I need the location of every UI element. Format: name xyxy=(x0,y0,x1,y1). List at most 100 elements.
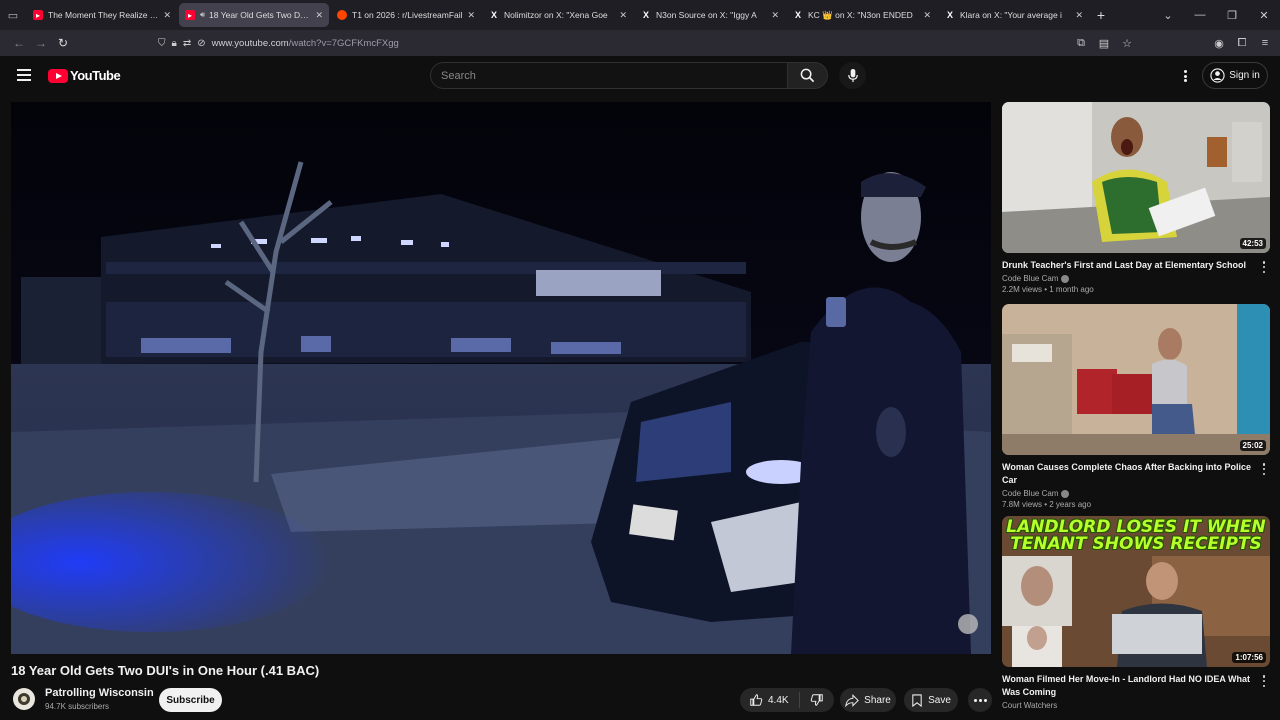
more-actions-icon[interactable] xyxy=(968,688,992,712)
permissions-icon[interactable]: ⇄ xyxy=(183,38,191,49)
share-button[interactable]: Share xyxy=(840,688,896,712)
recommended-channel[interactable]: Code Blue Cam xyxy=(1002,489,1270,498)
forward-icon[interactable]: → xyxy=(30,36,52,50)
share-arrow-icon xyxy=(845,693,859,707)
minimize-icon[interactable]: — xyxy=(1184,9,1216,21)
youtube-favicon-icon: ▸ xyxy=(33,10,43,20)
subscriber-count: 94.7K subscribers xyxy=(45,702,110,711)
channel-name[interactable]: Patrolling Wisconsin xyxy=(45,687,154,699)
user-circle-icon xyxy=(1210,68,1225,83)
reader-view-icon[interactable]: ▤ xyxy=(1097,37,1111,50)
browser-tab[interactable]: X KC 👑 on X: "N3on ENDED ✕ xyxy=(787,3,937,27)
thumbnail-image xyxy=(1002,304,1270,455)
channel-name: Code Blue Cam xyxy=(1002,489,1059,498)
tab-title: T1 on 2026 : r/LivestreamFail xyxy=(352,10,463,20)
recommended-channel[interactable]: Court Watchers xyxy=(1002,701,1270,710)
video-title: 18 Year Old Gets Two DUI's in One Hour (… xyxy=(11,663,320,678)
tab-title: 18 Year Old Gets Two DUI's xyxy=(209,10,312,20)
recommended-title[interactable]: Woman Filmed Her Move-In - Landlord Had … xyxy=(1002,673,1252,699)
autoplay-blocked-icon[interactable]: ⊘ xyxy=(197,38,205,49)
channel-name: Court Watchers xyxy=(1002,701,1058,710)
browser-tab-active[interactable]: ▸ 🔊︎ 18 Year Old Gets Two DUI's ✕ xyxy=(179,3,329,27)
video-duration: 25:02 xyxy=(1239,440,1266,451)
badge-logo-icon xyxy=(18,693,30,705)
new-tab-button[interactable]: + xyxy=(1090,7,1112,23)
close-tab-icon[interactable]: ✕ xyxy=(771,10,779,21)
x-favicon-icon: X xyxy=(490,10,497,20)
youtube-play-icon xyxy=(48,68,68,83)
reload-icon[interactable]: ↻ xyxy=(52,36,74,50)
chevron-down-icon[interactable]: ⌄ xyxy=(1152,9,1184,22)
recommended-video[interactable]: 42:53 Drunk Teacher's First and Last Day… xyxy=(1002,102,1270,294)
picture-in-picture-icon[interactable]: ⧉ xyxy=(1074,37,1088,50)
thumbs-down-icon xyxy=(810,694,823,706)
video-thumbnail[interactable]: LANDLORD LOSES IT WHEN TENANT SHOWS RECE… xyxy=(1002,516,1270,667)
subscribe-button[interactable]: Subscribe xyxy=(159,688,222,712)
browser-tab[interactable]: ▸ The Moment They Realize Their ✕ xyxy=(27,3,177,27)
browser-tab[interactable]: X Klara on X: "Your average i ✕ xyxy=(939,3,1089,27)
browser-tab[interactable]: X Nolimitzor on X: "Xena Goe ✕ xyxy=(483,3,633,27)
close-tab-icon[interactable]: ✕ xyxy=(1075,10,1083,21)
url-host: www.youtube.com xyxy=(211,37,289,49)
search-input[interactable] xyxy=(441,69,787,82)
search-button[interactable] xyxy=(787,62,828,89)
settings-menu-icon[interactable] xyxy=(1180,68,1190,84)
share-label: Share xyxy=(864,694,891,706)
sign-in-button[interactable]: Sign in xyxy=(1202,62,1268,89)
youtube-logo[interactable]: YouTube xyxy=(48,68,121,83)
browser-nav-bar: ← → ↻ ⛉ 🔒︎ ⇄ ⊘ www.youtube.com/watch?v=7… xyxy=(0,30,1280,56)
x-favicon-icon: X xyxy=(794,10,801,20)
save-label: Save xyxy=(928,694,951,706)
video-options-icon[interactable] xyxy=(1260,675,1268,687)
close-tab-icon[interactable]: ✕ xyxy=(467,10,475,21)
app-menu-icon[interactable]: ≡ xyxy=(1258,37,1272,50)
recommended-video[interactable]: 25:02 Woman Causes Complete Chaos After … xyxy=(1002,304,1270,509)
microphone-icon xyxy=(847,68,858,83)
video-options-icon[interactable] xyxy=(1260,261,1268,273)
sign-in-label: Sign in xyxy=(1229,70,1260,81)
maximize-icon[interactable]: ❐ xyxy=(1216,9,1248,22)
reddit-favicon-icon xyxy=(337,10,347,20)
speaker-icon[interactable]: 🔊︎ xyxy=(200,10,205,20)
channel-avatar[interactable] xyxy=(13,688,35,710)
youtube-logo-text: YouTube xyxy=(70,68,121,83)
voice-search-button[interactable] xyxy=(839,62,866,89)
close-tab-icon[interactable]: ✕ xyxy=(163,10,171,21)
extensions-icon[interactable]: ⧠ xyxy=(1235,37,1249,50)
video-thumbnail[interactable]: 42:53 xyxy=(1002,102,1270,253)
browser-tab[interactable]: T1 on 2026 : r/LivestreamFail ✕ xyxy=(331,3,481,27)
close-window-icon[interactable]: ✕ xyxy=(1248,9,1280,22)
tab-title: KC 👑 on X: "N3on ENDED xyxy=(808,9,913,20)
tab-list-icon[interactable]: ▭ xyxy=(0,0,26,30)
video-frame xyxy=(11,102,991,654)
recommended-channel[interactable]: Code Blue Cam xyxy=(1002,274,1270,283)
video-thumbnail[interactable]: 25:02 xyxy=(1002,304,1270,455)
recommended-video[interactable]: LANDLORD LOSES IT WHEN TENANT SHOWS RECE… xyxy=(1002,516,1270,710)
url-field[interactable]: www.youtube.com/watch?v=7GCFKmcFXgg xyxy=(212,38,399,49)
close-tab-icon[interactable]: ✕ xyxy=(619,10,627,21)
like-button[interactable]: 4.4K xyxy=(740,692,800,708)
tab-title: N3on Source on X: "Iggy A xyxy=(656,10,757,20)
close-tab-icon[interactable]: ✕ xyxy=(923,10,931,21)
lock-icon[interactable]: 🔒︎ xyxy=(172,38,177,49)
url-path: /watch?v=7GCFKmcFXgg xyxy=(288,37,399,49)
back-icon[interactable]: ← xyxy=(8,36,30,50)
save-button[interactable]: Save xyxy=(904,688,958,712)
close-tab-icon[interactable]: ✕ xyxy=(315,10,323,21)
video-player[interactable] xyxy=(11,102,991,654)
recommended-title[interactable]: Drunk Teacher's First and Last Day at El… xyxy=(1002,259,1252,272)
browser-tab[interactable]: X N3on Source on X: "Iggy A ✕ xyxy=(635,3,785,27)
save-playlist-icon xyxy=(912,693,922,707)
bookmark-star-icon[interactable]: ☆ xyxy=(1120,37,1134,50)
thumbs-up-icon xyxy=(750,694,763,706)
x-favicon-icon: X xyxy=(642,10,649,20)
video-options-icon[interactable] xyxy=(1260,463,1268,475)
account-icon[interactable]: ◉ xyxy=(1212,37,1226,50)
dislike-button[interactable] xyxy=(800,693,834,707)
recommended-title[interactable]: Woman Causes Complete Chaos After Backin… xyxy=(1002,461,1252,487)
tab-title: Nolimitzor on X: "Xena Goe xyxy=(504,10,608,20)
channel-name: Code Blue Cam xyxy=(1002,274,1059,283)
hamburger-menu-icon[interactable] xyxy=(17,69,31,81)
search-icon xyxy=(800,68,815,83)
shield-icon[interactable]: ⛉ xyxy=(158,38,166,49)
